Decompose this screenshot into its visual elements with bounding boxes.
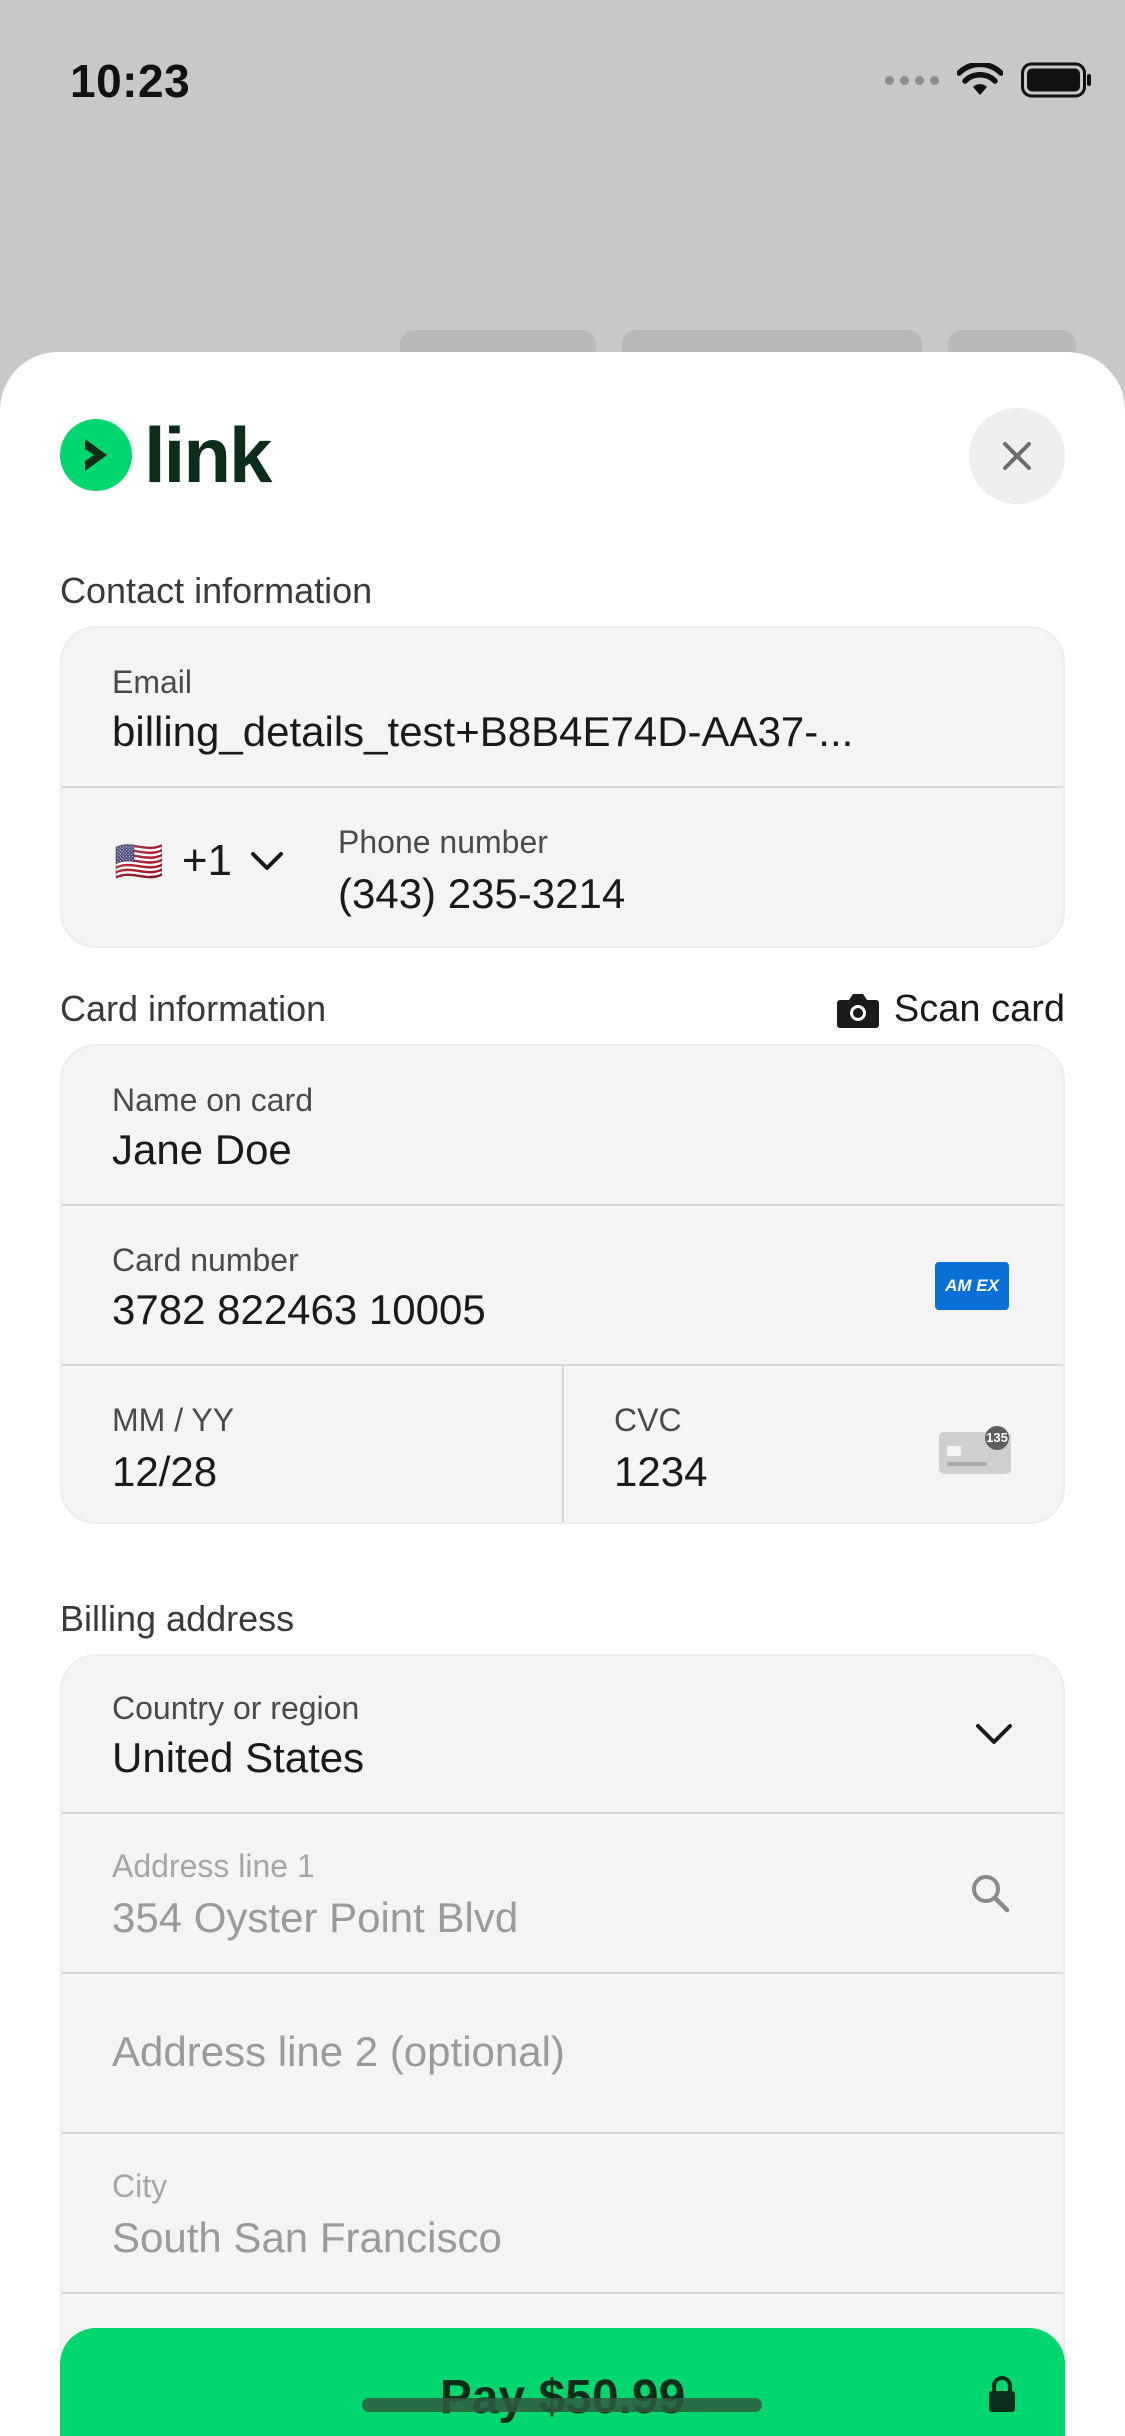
country-value: United States bbox=[112, 1734, 365, 1781]
cvc-badge: 135 bbox=[986, 1430, 1008, 1445]
country-select[interactable]: Country or region United States bbox=[62, 1656, 1063, 1812]
cvc-field[interactable]: CVC 1234 135 bbox=[564, 1366, 1063, 1522]
address-line-1-field[interactable]: Address line 1 354 Oyster Point Blvd bbox=[62, 1814, 1063, 1972]
card-section-label: Card information bbox=[60, 988, 327, 1029]
expiry-value: 12/28 bbox=[112, 1448, 218, 1495]
expiry-label: MM / YY bbox=[112, 1402, 235, 1438]
city-field[interactable]: City South San Francisco bbox=[62, 2134, 1063, 2292]
link-logo-text: link bbox=[144, 411, 272, 499]
close-button[interactable] bbox=[969, 408, 1065, 504]
scan-card-label: Scan card bbox=[893, 988, 1065, 1030]
divider bbox=[62, 2292, 1063, 2294]
phone-label: Phone number bbox=[338, 824, 548, 860]
lock-icon bbox=[989, 2376, 1015, 2412]
close-icon bbox=[1003, 442, 1031, 470]
cvc-card-icon: 135 bbox=[939, 1426, 1013, 1474]
name-on-card-field[interactable]: Name on card Jane Doe bbox=[62, 1046, 1063, 1204]
link-payment-sheet: link Contact information Email billing_d… bbox=[0, 352, 1125, 2436]
status-time: 10:23 bbox=[70, 55, 191, 107]
card-number-field[interactable]: Card number 3782 822463 10005 AM EX bbox=[62, 1206, 1063, 1364]
email-value: billing_details_test+B8B4E74D-AA37-... bbox=[112, 708, 854, 755]
address-line-1-value: 354 Oyster Point Blvd bbox=[112, 1894, 519, 1941]
camera-icon bbox=[836, 993, 879, 1028]
phone-value: (343) 235-3214 bbox=[338, 870, 626, 917]
phone-row: 🇺🇸 +1 Phone number (343) 235-3214 bbox=[62, 788, 1063, 946]
link-logo-mark-icon bbox=[60, 419, 132, 491]
us-flag-icon: 🇺🇸 bbox=[114, 839, 164, 884]
card-number-value: 3782 822463 10005 bbox=[112, 1286, 486, 1333]
scan-card-button[interactable]: Scan card bbox=[836, 988, 1065, 1031]
card-fields: Name on card Jane Doe Card number 3782 8… bbox=[60, 1044, 1065, 1524]
chevron-down-icon bbox=[250, 852, 283, 870]
card-number-label: Card number bbox=[112, 1242, 299, 1278]
address-line-2-placeholder: Address line 2 (optional) bbox=[112, 2028, 565, 2075]
status-icons bbox=[885, 62, 1093, 98]
link-logo: link bbox=[60, 411, 272, 499]
cvc-label: CVC bbox=[614, 1402, 682, 1438]
cvc-value: 1234 bbox=[614, 1448, 708, 1495]
pay-button[interactable]: Pay $50.99 bbox=[60, 2328, 1065, 2436]
battery-icon bbox=[1021, 62, 1091, 98]
expiry-field[interactable]: MM / YY 12/28 bbox=[62, 1366, 562, 1522]
contact-section-label: Contact information bbox=[60, 570, 373, 611]
city-label: City bbox=[112, 2168, 168, 2204]
cellular-signal-icon bbox=[885, 75, 939, 85]
chevron-down-icon bbox=[976, 1724, 1012, 1744]
name-on-card-label: Name on card bbox=[112, 1082, 313, 1118]
address-line-2-field[interactable]: Address line 2 (optional) bbox=[62, 1974, 1063, 2132]
name-on-card-value: Jane Doe bbox=[112, 1126, 292, 1173]
country-label: Country or region bbox=[112, 1690, 360, 1726]
billing-fields: Country or region United States Address … bbox=[60, 1654, 1065, 2436]
city-value: South San Francisco bbox=[112, 2214, 502, 2261]
address-line-1-label: Address line 1 bbox=[112, 1848, 315, 1884]
country-code-picker[interactable]: 🇺🇸 +1 bbox=[114, 836, 284, 886]
amex-brand-icon: AM EX bbox=[935, 1262, 1009, 1310]
wifi-icon bbox=[957, 63, 1003, 95]
email-field[interactable]: Email billing_details_test+B8B4E74D-AA37… bbox=[62, 628, 1063, 786]
billing-section-label: Billing address bbox=[60, 1598, 295, 1639]
search-icon bbox=[972, 1875, 1010, 1913]
country-code: +1 bbox=[181, 836, 232, 885]
contact-fields: Email billing_details_test+B8B4E74D-AA37… bbox=[60, 626, 1065, 948]
home-indicator bbox=[362, 2398, 762, 2412]
email-label: Email bbox=[112, 664, 193, 700]
